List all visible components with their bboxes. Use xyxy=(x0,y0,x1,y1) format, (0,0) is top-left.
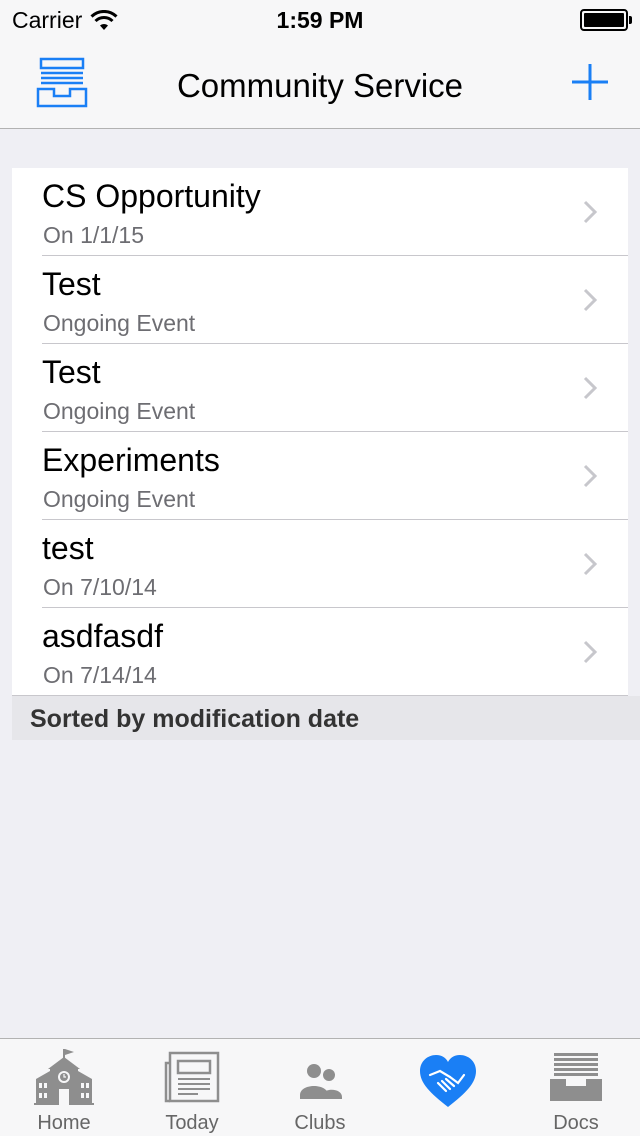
item-title: Test xyxy=(42,266,101,302)
chevron-right-icon xyxy=(583,200,598,224)
document-tray-icon xyxy=(550,1053,602,1101)
list-item[interactable]: CS Opportunity On 1/1/15 xyxy=(12,168,628,256)
item-subtitle: On 7/10/14 xyxy=(43,574,157,600)
page-title: Community Service xyxy=(176,67,464,104)
chevron-right-icon xyxy=(583,288,598,312)
school-building-icon xyxy=(34,1049,94,1105)
item-subtitle: Ongoing Event xyxy=(43,310,196,336)
nav-bar: Community Service xyxy=(0,40,640,129)
heart-handshake-icon xyxy=(420,1055,476,1107)
chevron-right-icon xyxy=(583,552,598,576)
tab-docs[interactable]: Docs xyxy=(512,1039,640,1136)
list-item[interactable]: Experiments Ongoing Event xyxy=(12,432,628,520)
item-subtitle: Ongoing Event xyxy=(43,486,196,512)
item-title: Test xyxy=(42,354,101,390)
screen: Carrier 1:59 PM Community Service CS Opp… xyxy=(0,0,640,1136)
item-subtitle: Ongoing Event xyxy=(43,398,196,424)
item-title: asdfasdf xyxy=(42,618,163,654)
newspaper-icon xyxy=(164,1051,220,1103)
tab-clubs[interactable]: Clubs xyxy=(256,1039,384,1136)
tab-label: Docs xyxy=(553,1112,599,1134)
chevron-right-icon xyxy=(583,640,598,664)
list-item[interactable]: asdfasdf On 7/14/14 xyxy=(12,608,628,696)
list-item[interactable]: Test Ongoing Event xyxy=(12,256,628,344)
tab-home[interactable]: Home xyxy=(0,1039,128,1136)
tab-community-service[interactable] xyxy=(384,1039,512,1136)
sort-note: Sorted by modification date xyxy=(12,696,640,740)
tab-bar: Home Today Clubs Docs xyxy=(0,1038,640,1136)
people-icon xyxy=(300,1064,342,1099)
status-bar: Carrier 1:59 PM xyxy=(0,0,640,40)
item-subtitle: On 1/1/15 xyxy=(43,222,145,248)
item-subtitle: On 7/14/14 xyxy=(43,662,157,688)
tab-label: Clubs xyxy=(294,1112,346,1134)
tab-label: Home xyxy=(37,1112,91,1134)
battery-icon xyxy=(580,9,632,31)
plus-icon[interactable] xyxy=(570,62,610,102)
opportunity-list: CS Opportunity On 1/1/15 Test Ongoing Ev… xyxy=(12,168,628,696)
tab-today[interactable]: Today xyxy=(128,1039,256,1136)
chevron-right-icon xyxy=(583,376,598,400)
status-time: 1:59 PM xyxy=(276,7,364,33)
chevron-right-icon xyxy=(583,464,598,488)
item-title: Experiments xyxy=(42,442,220,478)
tab-label: Today xyxy=(165,1112,219,1134)
item-title: CS Opportunity xyxy=(42,178,261,214)
list-item[interactable]: Test Ongoing Event xyxy=(12,344,628,432)
list-item[interactable]: test On 7/10/14 xyxy=(12,520,628,608)
item-title: test xyxy=(42,530,94,566)
